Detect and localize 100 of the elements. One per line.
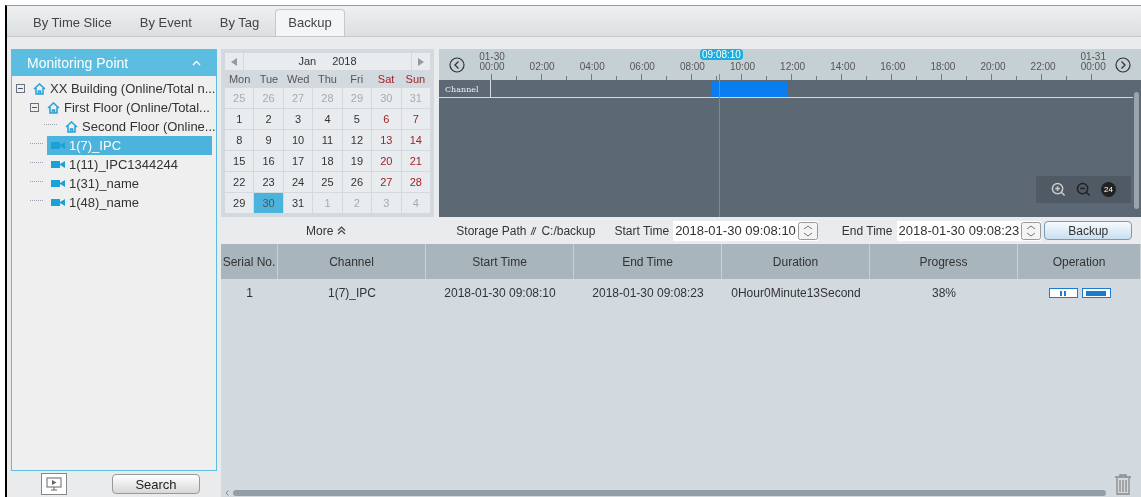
tab[interactable]: By Time Slice bbox=[21, 9, 124, 36]
time-label: 16:00 bbox=[880, 62, 906, 72]
calendar-day[interactable]: 16 bbox=[254, 151, 283, 171]
channel-label: Channel bbox=[439, 80, 491, 97]
monitor-play-icon bbox=[46, 477, 62, 491]
calendar-day[interactable]: 9 bbox=[254, 130, 283, 150]
search-button[interactable]: Search bbox=[112, 474, 200, 494]
stop-button[interactable] bbox=[1081, 288, 1111, 298]
tree-item[interactable]: 1(11)_IPC1344244 bbox=[47, 155, 182, 174]
collapse-toggle-icon[interactable] bbox=[16, 84, 25, 93]
trash-icon[interactable] bbox=[1114, 473, 1132, 495]
calendar-day[interactable]: 22 bbox=[225, 172, 254, 192]
year-label: 2018 bbox=[332, 54, 357, 70]
table-cell-text: 1(7)_IPC bbox=[327, 285, 377, 302]
calendar-day[interactable]: 1 bbox=[225, 109, 254, 129]
tab[interactable]: By Event bbox=[127, 9, 204, 36]
next-month-button[interactable] bbox=[412, 53, 430, 71]
left-triangle-icon bbox=[231, 57, 237, 66]
weekday-label: Thu bbox=[317, 72, 338, 88]
tab[interactable]: By Tag bbox=[207, 9, 272, 36]
calendar-day[interactable]: 28 bbox=[401, 172, 430, 192]
weekday-label: Wed bbox=[286, 72, 311, 88]
calendar-day[interactable]: 20 bbox=[372, 151, 401, 171]
storage-path-label: Storage Path bbox=[456, 222, 527, 240]
table-cell-text: 0Hour0Minute13Second bbox=[730, 285, 862, 302]
previous-month-button[interactable] bbox=[225, 53, 243, 71]
more-button[interactable]: More bbox=[306, 221, 347, 240]
calendar-day[interactable]: 15 bbox=[225, 151, 254, 171]
house-icon bbox=[65, 120, 78, 133]
calendar-day[interactable]: 18 bbox=[313, 151, 342, 171]
time-label: 12:00 bbox=[780, 62, 806, 72]
start-time-field[interactable]: 2018-01-30 09:08:10 bbox=[673, 220, 818, 241]
scroll-left-icon[interactable] bbox=[225, 490, 229, 496]
tree-item[interactable]: First Floor (Online/Total... bbox=[43, 98, 214, 117]
tree-item[interactable]: 1(31)_name bbox=[47, 174, 144, 193]
calendar-day[interactable]: 14 bbox=[401, 130, 430, 150]
calendar-day[interactable]: 24 bbox=[283, 172, 313, 192]
zoom-out-icon[interactable] bbox=[1076, 182, 1091, 197]
time-label: 20:00 bbox=[980, 62, 1006, 72]
calendar-day[interactable]: 21 bbox=[401, 151, 430, 171]
end-time-label: End Time bbox=[841, 222, 893, 240]
calendar-day[interactable]: 12 bbox=[342, 130, 372, 150]
time-label: 10:00 bbox=[730, 62, 755, 72]
zoom-in-icon[interactable] bbox=[1051, 182, 1066, 197]
time-label: 00:00 bbox=[1080, 62, 1106, 72]
time-label: 02:00 bbox=[529, 62, 555, 72]
cursor-time-label: 09:08:10 bbox=[700, 49, 743, 60]
calendar-day[interactable]: 29 bbox=[225, 193, 254, 213]
calendar-day[interactable]: 23 bbox=[254, 172, 283, 192]
camera-icon bbox=[51, 141, 65, 150]
calendar-day[interactable]: 2 bbox=[254, 109, 283, 129]
calendar-day[interactable]: 19 bbox=[342, 151, 372, 171]
camera-icon bbox=[51, 160, 65, 169]
calendar-day[interactable]: 4 bbox=[313, 109, 342, 129]
calendar-day[interactable]: 3 bbox=[283, 109, 313, 129]
edit-slash-icon[interactable] bbox=[530, 225, 538, 236]
pause-button[interactable] bbox=[1048, 288, 1078, 298]
calendar-day[interactable]: 7 bbox=[401, 109, 430, 129]
tab[interactable]: Backup bbox=[275, 9, 345, 36]
camera-icon bbox=[51, 198, 65, 207]
table-cell-text: 2018-01-30 09:08:23 bbox=[591, 285, 705, 302]
tree-item[interactable]: Second Floor (Online... bbox=[61, 117, 220, 136]
collapse-icon[interactable] bbox=[192, 60, 201, 66]
start-time-label: Start Time bbox=[614, 222, 670, 240]
weekday-label: Sun bbox=[404, 72, 427, 88]
time-label: 00:00 bbox=[479, 62, 505, 72]
horizontal-scrollbar[interactable] bbox=[233, 490, 1106, 496]
calendar-day[interactable]: 26 bbox=[342, 172, 372, 192]
collapse-toggle-icon[interactable] bbox=[30, 103, 39, 112]
tree-item[interactable]: XX Building (Online/Total n... bbox=[29, 79, 220, 98]
tree-item[interactable]: 1(48)_name bbox=[47, 193, 144, 212]
playback-button[interactable] bbox=[41, 473, 67, 495]
date-label: 01-31 bbox=[1080, 52, 1106, 62]
calendar-day[interactable]: 17 bbox=[283, 151, 313, 171]
calendar-day[interactable]: 27 bbox=[372, 172, 401, 192]
calendar-day[interactable]: 11 bbox=[313, 130, 342, 150]
panel-title: Monitoring Point bbox=[27, 53, 129, 73]
weekday-label: Fri bbox=[349, 72, 365, 88]
storage-path-value: C:/backup bbox=[541, 222, 596, 240]
end-time-field[interactable]: 2018-01-30 09:08:23 bbox=[896, 220, 1042, 241]
weekday-label: Sat bbox=[376, 72, 396, 88]
table-cell-text: 1 bbox=[245, 285, 254, 302]
time-label: 04:00 bbox=[579, 62, 605, 72]
backup-button[interactable]: Backup bbox=[1044, 221, 1133, 240]
time-label: 06:00 bbox=[629, 62, 655, 72]
zoom-level-badge[interactable]: 24 bbox=[1101, 182, 1116, 197]
scrollbar[interactable] bbox=[1134, 92, 1139, 209]
calendar-day[interactable]: 6 bbox=[372, 109, 401, 129]
calendar-day[interactable]: 10 bbox=[283, 130, 313, 150]
weekday-label: Mon bbox=[227, 72, 252, 88]
spinner-icon[interactable] bbox=[1021, 221, 1042, 240]
time-label: 18:00 bbox=[930, 62, 956, 72]
calendar-day[interactable]: 8 bbox=[225, 130, 254, 150]
calendar-day[interactable]: 13 bbox=[372, 130, 401, 150]
calendar-day[interactable]: 25 bbox=[313, 172, 342, 192]
calendar-day[interactable]: 31 bbox=[283, 193, 313, 213]
calendar-day[interactable]: 5 bbox=[342, 109, 372, 129]
table-cell-text: 38% bbox=[931, 285, 957, 302]
spinner-icon[interactable] bbox=[797, 221, 818, 240]
house-icon bbox=[47, 101, 60, 114]
